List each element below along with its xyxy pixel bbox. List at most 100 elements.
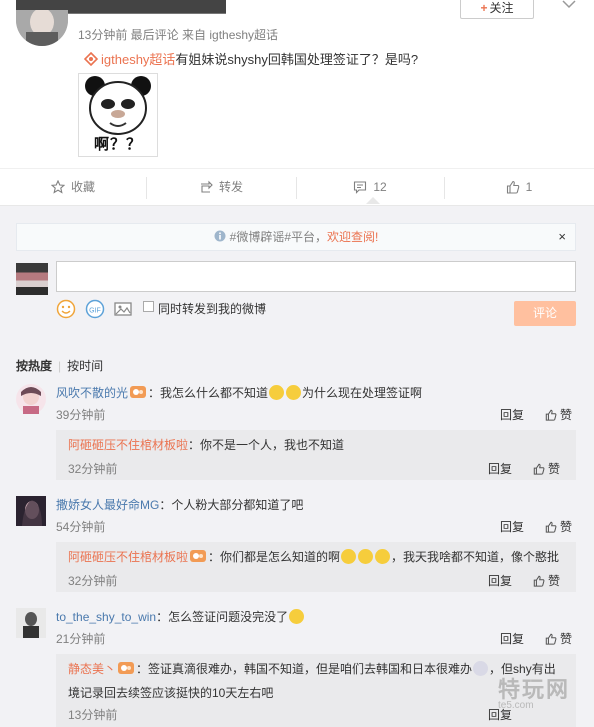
rumor-notice-banner: #微博辟谣#平台，欢迎查阅! × <box>16 223 576 251</box>
action-bar: 收藏 转发 12 1 <box>0 168 594 206</box>
comment-text: ：我怎么什么都不知道 <box>148 386 269 400</box>
like-label: 赞 <box>560 408 573 422</box>
comment-input[interactable] <box>56 261 576 292</box>
weibo-post: 13分钟前 最后评论 来自 igtheshy超话 + 关注 igtheshy超话有… <box>0 0 594 168</box>
tab-time[interactable]: 按时间 <box>67 359 103 373</box>
commenter-avatar[interactable] <box>16 384 46 414</box>
close-icon[interactable]: × <box>558 224 566 250</box>
super-topic-icon <box>84 52 98 66</box>
post-meta: 13分钟前 最后评论 来自 igtheshy超话 <box>78 28 279 42</box>
repost-icon <box>200 180 213 193</box>
comment-text: ：怎么签证问题没完没了 <box>156 610 289 624</box>
meme-caption: 啊？？ <box>93 136 142 153</box>
sub-comment: 阿砸砸压不住棺材板啦：你不是一个人，我也不知道 32分钟前 回复 赞 <box>56 430 576 480</box>
sub-comment-text: ：你不是一个人，我也不知道 <box>188 438 345 452</box>
laughing-crying-emoji-icon <box>286 385 302 400</box>
sub-comment-text: ：签证真滴很难办，韩国不知道，但是咱们去韩国和日本很难办 <box>136 662 473 676</box>
sub-comment: 阿砸砸压不住棺材板啦 ：你们都是怎么知道的啊 ，我天我啥都不知道，像个憨批 32分钟… <box>56 542 576 592</box>
like-label: 赞 <box>560 632 573 646</box>
my-avatar <box>16 263 48 295</box>
laughing-crying-emoji-icon <box>358 549 374 564</box>
fan-badge-icon <box>118 662 135 674</box>
comment-text: 为什么现在处理签证啊 <box>302 386 423 400</box>
like-button[interactable]: 赞 <box>545 518 572 535</box>
notice-text: #微博辟谣#平台， <box>229 230 327 244</box>
gif-icon[interactable]: GIF <box>85 299 105 319</box>
post-text: igtheshy超话有姐妹说shyshy回韩国处理签证了？是吗? <box>84 49 418 68</box>
comment-line: 风吹不散的光 ：我怎么什么都不知道 为什么现在处理签证啊 <box>56 384 422 401</box>
frowning-emoji-icon <box>473 661 489 676</box>
laughing-crying-emoji-icon <box>269 385 285 400</box>
fan-badge-icon <box>130 386 147 398</box>
like-button[interactable]: 赞 <box>545 630 572 647</box>
like-button[interactable]: 赞 <box>545 406 572 423</box>
comment-count: 12 <box>373 180 387 194</box>
repost-label: 转发 <box>218 180 243 194</box>
tab-hot[interactable]: 按热度 <box>16 359 52 373</box>
forward-label: 同时转发到我的微博 <box>158 302 267 316</box>
meme-image[interactable]: 啊？？ <box>78 73 158 157</box>
reply-button[interactable]: 回复 <box>500 406 524 423</box>
sub-comment-line: 境记录回去续签应该挺快的10天左右吧 <box>68 684 273 701</box>
sub-comment-line: 阿砸砸压不住棺材板啦 ：你们都是怎么知道的啊 ，我天我啥都不知道，像个憨批 <box>68 548 559 565</box>
laughing-crying-emoji-icon <box>341 549 357 564</box>
sub-commenter-name[interactable]: 阿砸砸压不住棺材板啦 <box>68 550 188 564</box>
reply-button[interactable]: 回复 <box>500 518 524 535</box>
divider: | <box>58 359 62 373</box>
sub-comment-time: 32分钟前 <box>68 574 118 588</box>
like-count: 1 <box>525 180 533 194</box>
comment-caret <box>366 197 380 204</box>
follow-button[interactable]: + 关注 <box>460 0 534 19</box>
comment-time: 54分钟前 <box>56 520 106 534</box>
favorite-button[interactable]: 收藏 <box>0 169 146 207</box>
thumbs-up-icon <box>506 180 519 194</box>
thumbs-up-icon <box>545 633 557 645</box>
info-icon <box>214 230 226 242</box>
watermark-text: 特玩网 <box>498 677 571 702</box>
sub-comment-time: 32分钟前 <box>68 462 118 476</box>
commenter-avatar[interactable] <box>16 608 46 638</box>
reply-button[interactable]: 回复 <box>488 460 512 477</box>
thumbs-up-icon <box>545 409 557 421</box>
post-body: 有姐妹说shyshy回韩国处理签证了？是吗? <box>175 52 419 67</box>
sub-commenter-name[interactable]: 静态美丶 <box>68 662 116 676</box>
thinking-emoji-icon <box>289 609 305 624</box>
commenter-name[interactable]: to_the_shy_to_win <box>56 610 156 624</box>
favorite-label: 收藏 <box>70 180 95 194</box>
like-label: 赞 <box>548 574 561 588</box>
commenter-name[interactable]: 风吹不散的光 <box>56 386 128 400</box>
commenter-avatar[interactable] <box>16 496 46 526</box>
sub-comment-line: 静态美丶 ：签证真滴很难办，韩国不知道，但是咱们去韩国和日本很难办 ，但shy有出 <box>68 660 556 677</box>
notice-link[interactable]: 欢迎查阅! <box>327 230 378 244</box>
thumbs-up-icon <box>533 575 545 587</box>
commenter-name[interactable]: 撒娇女人最好命MG <box>56 498 159 512</box>
svg-text:GIF: GIF <box>89 308 101 315</box>
comment-time: 21分钟前 <box>56 632 106 646</box>
sub-comment-text: ：你们都是怎么知道的啊 <box>208 550 341 564</box>
chevron-down-icon[interactable] <box>562 0 576 10</box>
site-watermark: 特玩网 te5.com <box>498 672 586 722</box>
sub-comment-text: ，我天我啥都不知道，像个憨批 <box>391 550 560 564</box>
thumbs-up-icon <box>545 521 557 533</box>
emoji-icon[interactable] <box>56 299 76 319</box>
submit-comment-button[interactable]: 评论 <box>514 301 576 326</box>
comment-icon <box>354 181 367 194</box>
thumbs-up-icon <box>533 463 545 475</box>
sub-commenter-name[interactable]: 阿砸砸压不住棺材板啦 <box>68 438 188 452</box>
follow-label: 关注 <box>489 1 514 15</box>
reply-button[interactable]: 回复 <box>500 630 524 647</box>
comment-line: to_the_shy_to_win：怎么签证问题没完没了 <box>56 608 305 625</box>
plus-icon: + <box>480 1 488 15</box>
repost-button[interactable]: 转发 <box>146 169 296 207</box>
star-icon <box>50 179 66 194</box>
like-button[interactable]: 1 <box>444 169 594 207</box>
post-author-avatar[interactable] <box>16 10 68 46</box>
like-button[interactable]: 赞 <box>533 460 560 477</box>
super-topic-link[interactable]: igtheshy超话 <box>101 52 175 67</box>
reply-button[interactable]: 回复 <box>488 572 512 589</box>
image-icon[interactable] <box>113 299 133 319</box>
forward-checkbox[interactable] <box>143 301 154 312</box>
fan-badge-icon <box>190 550 207 562</box>
like-button[interactable]: 赞 <box>533 572 560 589</box>
comment-line: 撒娇女人最好命MG：个人粉大部分都知道了吧 <box>56 496 303 513</box>
